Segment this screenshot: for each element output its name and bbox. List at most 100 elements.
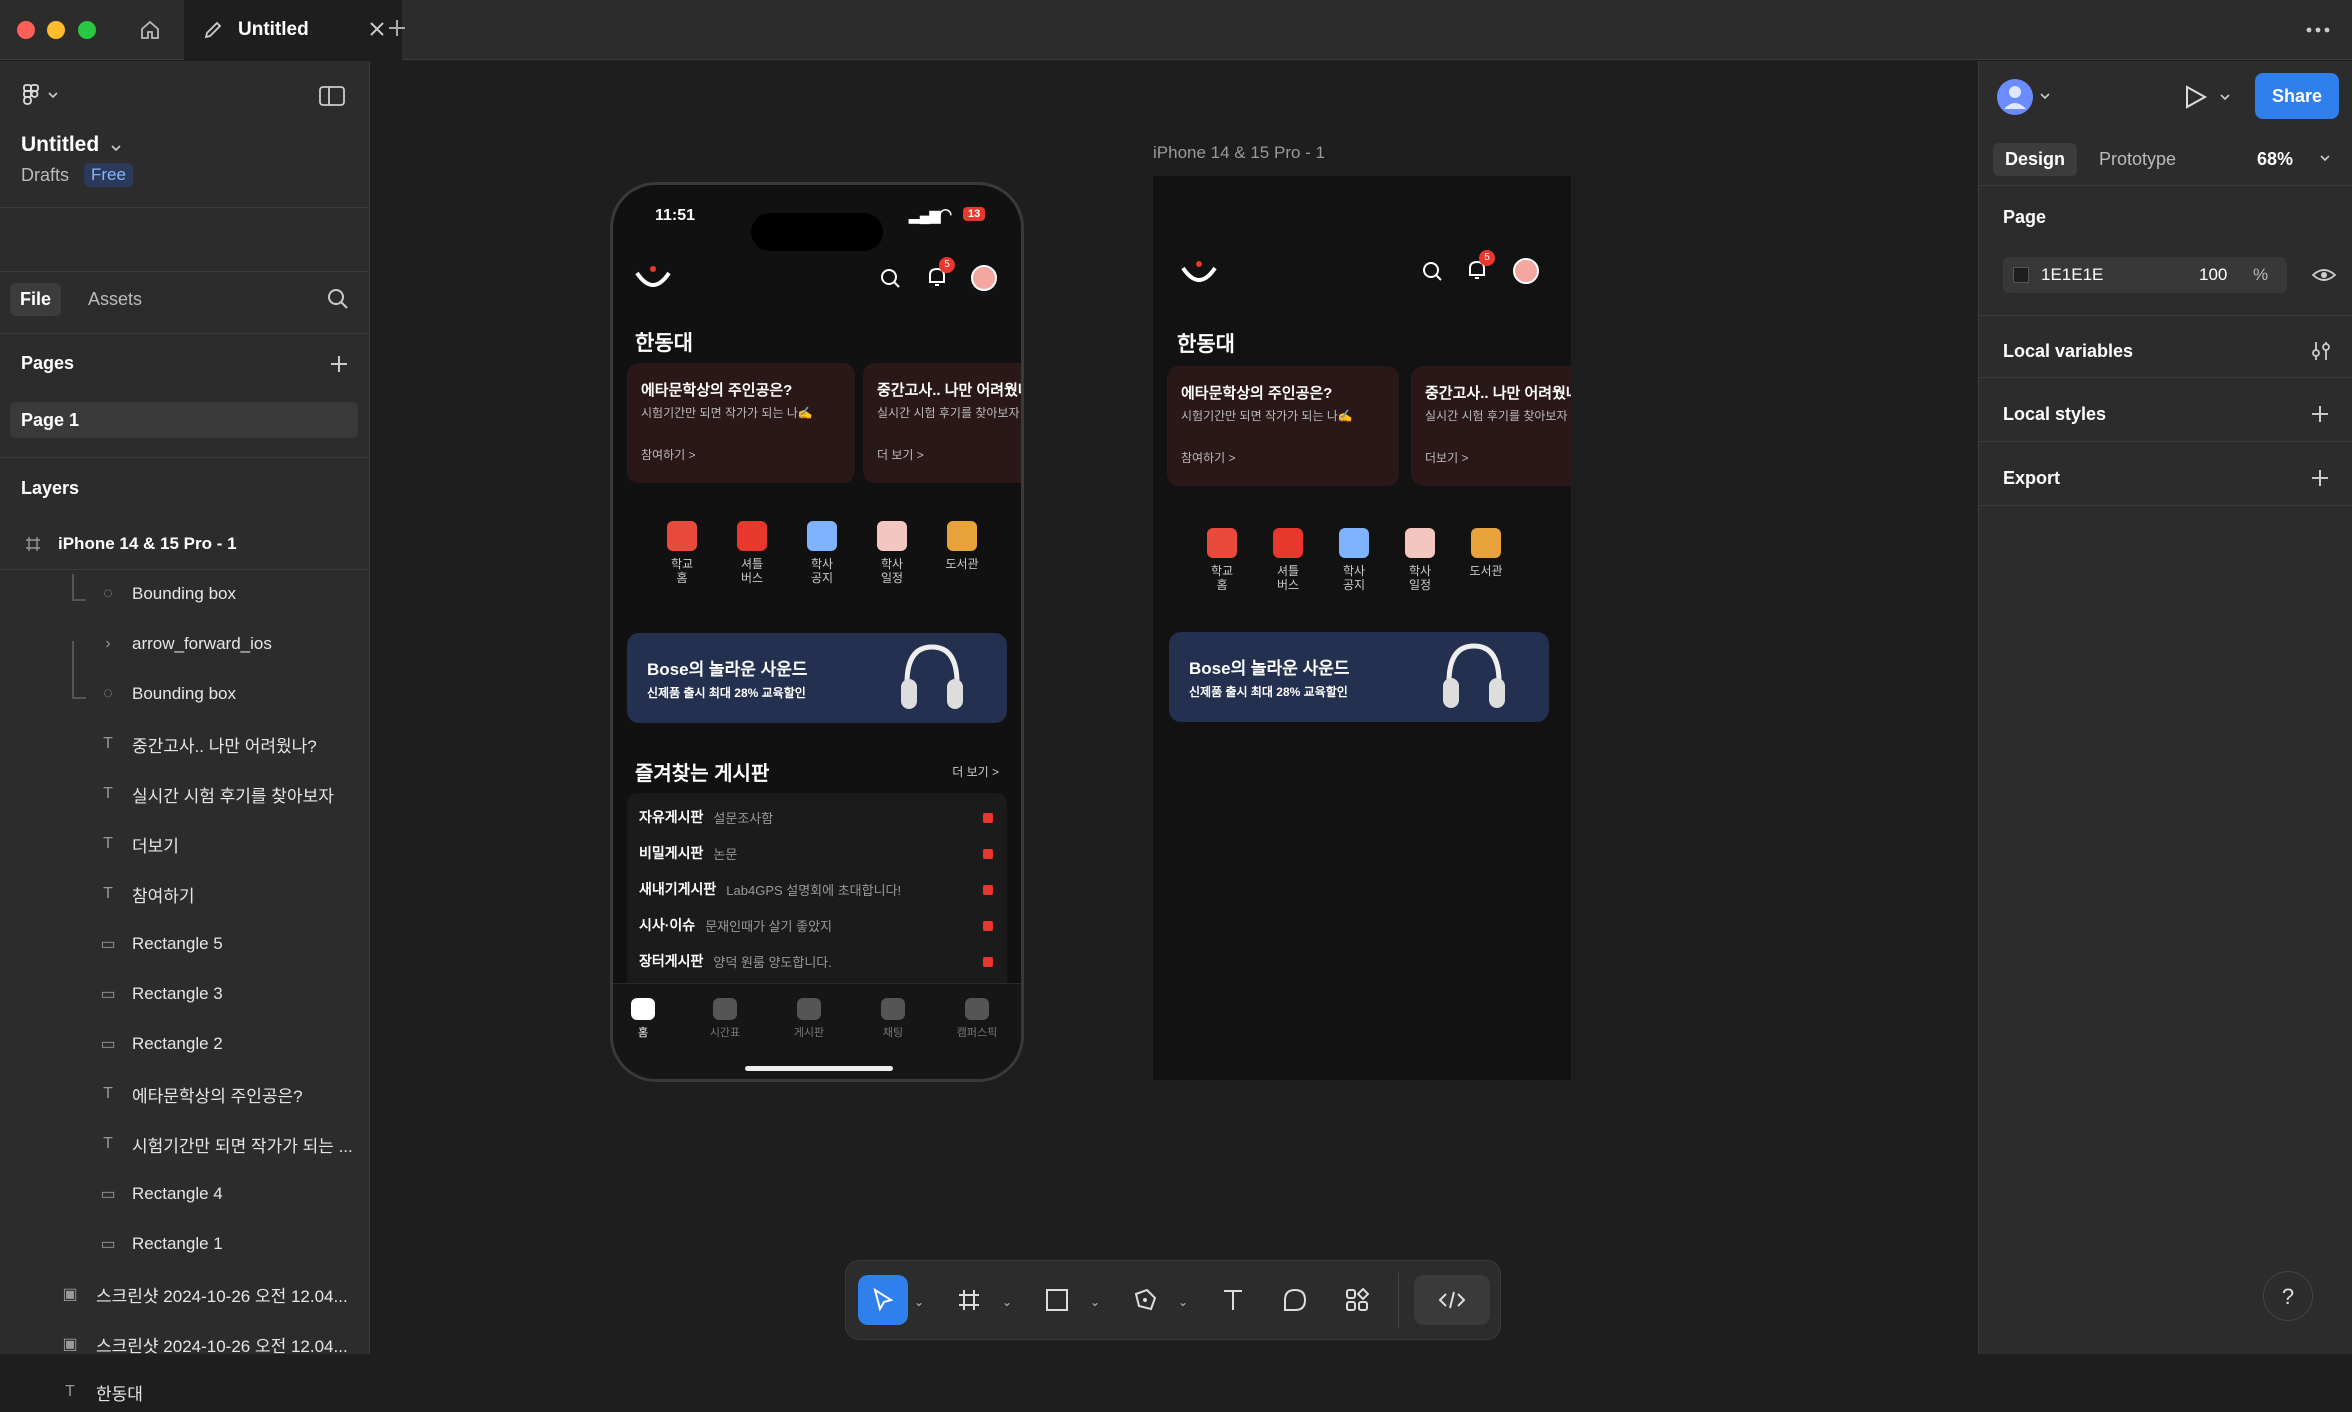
add-page-icon[interactable] xyxy=(328,353,350,375)
board-row[interactable]: 새내기게시판 Lab4GPS 설명회에 초대합니다! xyxy=(639,871,995,907)
location-icon xyxy=(965,998,989,1020)
minimize-window-button[interactable] xyxy=(47,21,65,39)
chevron-down-icon[interactable]: ⌄ xyxy=(1090,1295,1100,1309)
chevron-down-icon[interactable]: ⌄ xyxy=(914,1295,924,1309)
add-style-icon[interactable] xyxy=(2309,403,2331,425)
event-card[interactable]: 중간고사.. 나만 어려웠나? 실시간 시험 후기를 찾아보자 더 보기 > xyxy=(863,363,1021,483)
layer-frame[interactable]: iPhone 14 & 15 Pro - 1 xyxy=(0,524,370,564)
menu-shuttle-bus[interactable]: 셔틀 버스 xyxy=(729,521,775,585)
layer-item[interactable]: T 중간고사.. 나만 어려웠나? xyxy=(0,724,370,764)
page-color-hex[interactable]: 1E1E1E xyxy=(2041,265,2103,285)
layer-item[interactable]: T 참여하기 xyxy=(0,874,370,914)
layer-item[interactable]: ▭ Rectangle 1 xyxy=(0,1224,370,1264)
export-heading[interactable]: Export xyxy=(2003,468,2060,489)
page-item[interactable]: Page 1 xyxy=(10,402,358,438)
board-name: 새내기게시판 xyxy=(639,881,717,897)
layer-item[interactable]: T 시험기간만 되면 작가가 되는 ... xyxy=(0,1124,370,1164)
more-options-icon[interactable] xyxy=(2304,18,2332,42)
ad-banner[interactable]: Bose의 놀라운 사운드 신제품 출시 최대 28% 교육할인 xyxy=(627,633,1007,723)
avatar[interactable] xyxy=(971,265,997,291)
phone-mockup[interactable]: 11:51 ▂▄▆ ◠ 13 5 한동대 에타문학상의 주인공은? 시험기간만 … xyxy=(610,182,1024,1082)
add-export-icon[interactable] xyxy=(2309,467,2331,489)
home-icon[interactable] xyxy=(130,14,170,46)
toggle-sidebar-icon[interactable] xyxy=(318,85,346,107)
maximize-window-button[interactable] xyxy=(78,21,96,39)
layer-item[interactable]: T 한동대 xyxy=(0,1372,370,1412)
board-row[interactable]: 시사·이슈 문재인때가 살기 좋았지 xyxy=(639,907,995,943)
page-color-field[interactable]: 1E1E1E 100 % xyxy=(2003,257,2287,293)
main-menu-icon[interactable] xyxy=(22,83,60,107)
user-avatar-icon[interactable] xyxy=(1995,77,2055,117)
frame-tool[interactable] xyxy=(944,1275,994,1325)
dev-mode-toggle[interactable] xyxy=(1414,1275,1490,1325)
layer-item[interactable]: T 더보기 xyxy=(0,824,370,864)
tab-prototype[interactable]: Prototype xyxy=(2087,143,2188,176)
file-title[interactable]: Untitled xyxy=(21,133,99,157)
board-row[interactable]: 자유게시판 설문조사함 xyxy=(639,799,995,835)
layer-item[interactable]: ◌ Bounding box xyxy=(0,574,370,614)
board-row[interactable]: 비밀게시판 논문 xyxy=(639,835,995,871)
layer-item[interactable]: ◌ Bounding box xyxy=(0,674,370,714)
layer-item[interactable]: T 실시간 시험 후기를 찾아보자 xyxy=(0,774,370,814)
tab-timetable[interactable]: 시간표 xyxy=(695,998,755,1040)
local-variables-heading[interactable]: Local variables xyxy=(2003,341,2133,362)
search-icon[interactable] xyxy=(877,265,905,293)
card-subtitle: 실시간 시험 후기를 찾아보자 xyxy=(1425,409,1568,423)
file-tab[interactable]: Untitled xyxy=(184,0,402,60)
layer-item[interactable]: ▣ 스크린샷 2024-10-26 오전 12.04... xyxy=(0,1324,370,1364)
tab-assets[interactable]: Assets xyxy=(78,283,152,316)
comment-tool[interactable] xyxy=(1270,1275,1320,1325)
layer-item[interactable]: ▭ Rectangle 2 xyxy=(0,1024,370,1064)
tab-file[interactable]: File xyxy=(10,283,62,316)
tab-campus-pick[interactable]: 캠퍼스픽 xyxy=(947,998,1007,1040)
local-styles-heading[interactable]: Local styles xyxy=(2003,404,2106,425)
tab-design[interactable]: Design xyxy=(1993,143,2078,176)
layer-item[interactable]: T 에타문학상의 주인공은? xyxy=(0,1074,370,1114)
menu-schedule[interactable]: 학사 일정 xyxy=(869,521,915,585)
present-icon[interactable] xyxy=(2181,83,2237,111)
eye-icon[interactable] xyxy=(2311,265,2337,285)
tree-line xyxy=(72,599,86,601)
new-tab-icon[interactable] xyxy=(385,16,409,40)
shape-tool[interactable] xyxy=(1032,1275,1082,1325)
menu-notice[interactable]: 학사 공지 xyxy=(799,521,845,585)
layer-item[interactable]: ▭ Rectangle 4 xyxy=(0,1174,370,1214)
menu-label: 학사 일정 xyxy=(1408,564,1432,592)
move-tool[interactable] xyxy=(858,1275,908,1325)
page-opacity[interactable]: 100 xyxy=(2199,265,2227,285)
card-link[interactable]: 참여하기 > xyxy=(641,446,696,463)
zoom-level[interactable]: 68% xyxy=(2257,149,2293,170)
tab-board[interactable]: 게시판 xyxy=(779,998,839,1040)
variables-icon[interactable] xyxy=(2309,339,2333,363)
share-button[interactable]: Share xyxy=(2255,73,2339,119)
chevron-down-icon[interactable]: ⌄ xyxy=(1002,1295,1012,1309)
actions-tool[interactable] xyxy=(1332,1275,1382,1325)
layer-item[interactable]: ▭ Rectangle 5 xyxy=(0,924,370,964)
card-link[interactable]: 더 보기 > xyxy=(877,446,924,463)
event-card[interactable]: 에타문학상의 주인공은? 시험기간만 되면 작가가 되는 나✍️ 참여하기 > xyxy=(627,363,855,483)
frame-iphone[interactable]: 5 한동대 에타문학상의 주인공은? 시험기간만 되면 작가가 되는 나✍️ 참… xyxy=(1153,176,1571,1080)
pen-tool[interactable] xyxy=(1120,1275,1170,1325)
boards-more-link[interactable]: 더 보기 > xyxy=(952,763,999,780)
board-row[interactable]: 장터게시판 양덕 원룸 양도합니다. xyxy=(639,943,995,979)
tab-chat[interactable]: 채팅 xyxy=(863,998,923,1040)
search-icon[interactable] xyxy=(326,287,350,311)
close-window-button[interactable] xyxy=(17,21,35,39)
layer-item[interactable]: ▭ Rectangle 3 xyxy=(0,974,370,1014)
board-name: 자유게시판 xyxy=(639,809,704,825)
chevron-down-icon[interactable] xyxy=(2319,153,2331,163)
menu-schedule: 학사 일정 xyxy=(1397,528,1443,592)
menu-library[interactable]: 도서관 xyxy=(939,521,985,585)
file-location[interactable]: Drafts xyxy=(21,165,69,186)
color-swatch[interactable] xyxy=(2013,267,2029,283)
divider xyxy=(1398,1273,1399,1329)
text-tool[interactable] xyxy=(1208,1275,1258,1325)
chevron-down-icon[interactable]: ⌄ xyxy=(1178,1295,1188,1309)
layer-item[interactable]: ▣ 스크린샷 2024-10-26 오전 12.04... xyxy=(0,1274,370,1314)
chevron-down-icon[interactable] xyxy=(110,143,122,153)
help-button[interactable]: ? xyxy=(2263,1271,2313,1321)
frame-label[interactable]: iPhone 14 & 15 Pro - 1 xyxy=(1153,143,1325,163)
menu-school-home[interactable]: 학교 홈 xyxy=(659,521,705,585)
tab-home[interactable]: 홈 xyxy=(613,998,673,1040)
layer-item[interactable]: › arrow_forward_ios xyxy=(0,624,370,664)
